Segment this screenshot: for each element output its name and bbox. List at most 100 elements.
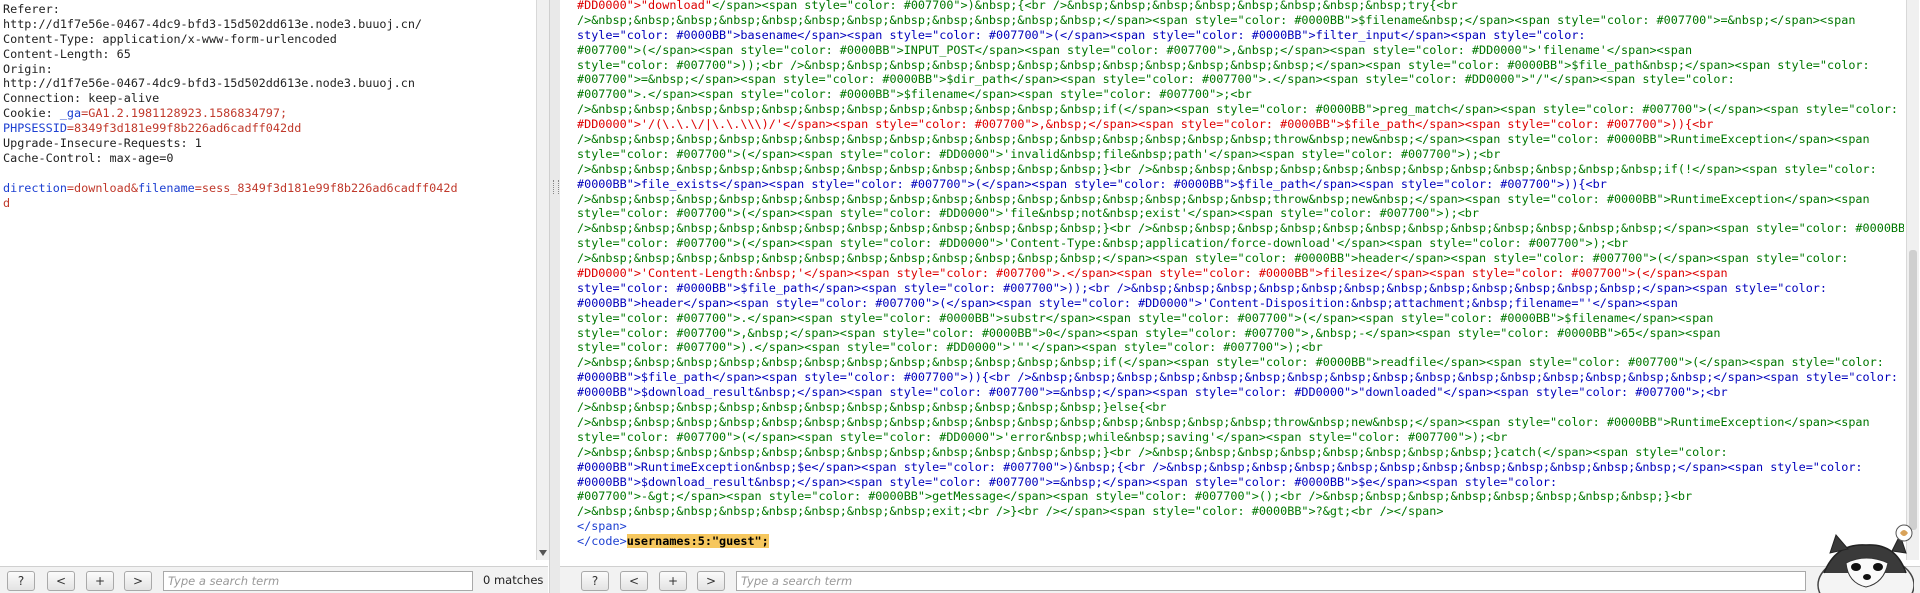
splitter-grip-icon[interactable] (553, 180, 559, 194)
response-token: style="color: #0000BB">$file_path</span>… (577, 280, 1828, 295)
response-viewer-pane[interactable]: #DD0000">"download"</span><span style="c… (560, 0, 1920, 593)
response-token: #0000BB">file_exists</span><span style="… (577, 176, 1607, 191)
response-line: style="color: #007700">).</span><span st… (577, 340, 1904, 355)
request-editor-pane[interactable]: Referer: http://d1f7e56e-0467-4dc9-bfd3-1… (0, 0, 536, 593)
request-line: Connection: keep-alive (3, 91, 522, 106)
next-match-button[interactable]: > (697, 571, 725, 591)
request-token: Connection: keep-alive (3, 91, 160, 106)
request-token: _ga (59, 106, 82, 121)
response-token: </span> (577, 519, 627, 534)
request-search-bar: ? < + > Type a search term 0 matches (0, 566, 548, 593)
response-token: #DD0000">'Content-Length:&nbsp;'</span><… (577, 266, 1728, 281)
scroll-down-arrow-icon[interactable] (539, 550, 547, 556)
response-token: #007700">=&nbsp;</span><span style="colo… (577, 72, 1735, 87)
response-line: />&nbsp;&nbsp;&nbsp;&nbsp;&nbsp;&nbsp;&n… (577, 251, 1904, 266)
response-token: </span><span style="color: #007700">)&nb… (711, 0, 1458, 12)
request-token: Upgrade-Insecure-Requests: 1 (3, 136, 202, 151)
add-search-button[interactable]: + (86, 571, 114, 591)
response-token: #0000BB">$download_result&nbsp;</span><s… (577, 474, 1558, 489)
response-line: style="color: #007700">(</span><span sty… (577, 236, 1904, 251)
prev-match-button[interactable]: < (47, 571, 75, 591)
help-button[interactable]: ? (581, 571, 609, 591)
response-token: style="color: #007700">(</span><span sty… (577, 206, 1479, 221)
request-token: Content-Length: 65 (3, 46, 131, 61)
response-line: />&nbsp;&nbsp;&nbsp;&nbsp;&nbsp;&nbsp;&n… (577, 13, 1904, 28)
response-line: style="color: #007700">(</span><span sty… (577, 147, 1904, 162)
response-line: style="color: #007700">(</span><span sty… (577, 206, 1904, 221)
response-token: style="color: #007700">.</span><span sty… (577, 310, 1714, 325)
response-line: #0000BB">$download_result&nbsp;</span><s… (577, 385, 1904, 400)
response-token: #0000BB">RuntimeException&nbsp;$e</span>… (577, 459, 1863, 474)
response-token: style="color: #007700">(</span><span sty… (577, 146, 1501, 161)
request-line: Content-Length: 65 (3, 47, 522, 62)
request-line: http://d1f7e56e-0467-4dc9-bfd3-15d502dd6… (3, 76, 522, 91)
request-token: =8349f3d181e99f8b226ad6cadff042dd (66, 121, 302, 136)
response-token: style="color: #0000BB">basename</span><s… (577, 27, 1586, 42)
response-line: />&nbsp;&nbsp;&nbsp;&nbsp;&nbsp;&nbsp;&n… (577, 355, 1904, 370)
request-token: =GA1.2.1981128923.1586834797; (81, 106, 288, 121)
response-text[interactable]: #DD0000">"download"</span><span style="c… (577, 0, 1904, 549)
response-line: />&nbsp;&nbsp;&nbsp;&nbsp;&nbsp;&nbsp;&n… (577, 445, 1904, 460)
search-highlight: usernames:5:"guest"; (626, 534, 769, 549)
response-line: style="color: #0000BB">basename</span><s… (577, 28, 1904, 43)
response-line: />&nbsp;&nbsp;&nbsp;&nbsp;&nbsp;&nbsp;&n… (577, 415, 1904, 430)
request-token: Cookie: (3, 106, 60, 121)
request-token: http://d1f7e56e-0467-4dc9-bfd3-15d502dd6… (3, 76, 415, 91)
response-line: />&nbsp;&nbsp;&nbsp;&nbsp;&nbsp;&nbsp;&n… (577, 400, 1904, 415)
response-line: />&nbsp;&nbsp;&nbsp;&nbsp;&nbsp;&nbsp;&n… (577, 102, 1904, 117)
request-line: Cookie: _ga=GA1.2.1981128923.1586834797; (3, 106, 522, 121)
search-input[interactable]: Type a search term (736, 571, 1806, 591)
response-line: style="color: #007700">,&nbsp;</span><sp… (577, 326, 1904, 341)
request-token: d (3, 195, 11, 210)
response-token: "download" (640, 0, 712, 12)
response-line: #0000BB">file_exists</span><span style="… (577, 177, 1904, 192)
response-line: />&nbsp;&nbsp;&nbsp;&nbsp;&nbsp;&nbsp;&n… (577, 132, 1904, 147)
response-token: />&nbsp;&nbsp;&nbsp;&nbsp;&nbsp;&nbsp;&n… (577, 251, 1849, 266)
response-line: #007700">=&nbsp;</span><span style="colo… (577, 72, 1904, 87)
response-token: />&nbsp;&nbsp;&nbsp;&nbsp;&nbsp;&nbsp;&n… (577, 102, 1899, 117)
request-line: http://d1f7e56e-0467-4dc9-bfd3-15d502dd6… (3, 17, 522, 32)
add-search-button[interactable]: + (659, 571, 687, 591)
response-token: style="color: #007700">(</span><span sty… (577, 429, 1508, 444)
response-line: </code>usernames:5:"guest"; (577, 534, 1904, 549)
response-line: style="color: #0000BB">$file_path</span>… (577, 281, 1904, 296)
request-token: PHPSESSID (3, 121, 67, 136)
response-token: #0000BB">header</span><span style="color… (577, 295, 1678, 310)
prev-match-button[interactable]: < (620, 571, 648, 591)
response-token: #007700">-&gt;</span><span style="color:… (577, 489, 1693, 504)
response-token: />&nbsp;&nbsp;&nbsp;&nbsp;&nbsp;&nbsp;&n… (577, 132, 1870, 147)
help-button[interactable]: ? (7, 571, 35, 591)
response-token: />&nbsp;&nbsp;&nbsp;&nbsp;&nbsp;&nbsp;&n… (577, 444, 1728, 459)
response-token: #DD0000"> (577, 0, 641, 12)
request-line: direction=download&filename=sess_8349f3d… (3, 181, 522, 196)
response-token: #007700">.</span><span style="color: #00… (577, 87, 1252, 102)
request-line: Upgrade-Insecure-Requests: 1 (3, 136, 522, 151)
response-line: />&nbsp;&nbsp;&nbsp;&nbsp;&nbsp;&nbsp;&n… (577, 221, 1904, 236)
scroll-thumb[interactable] (1909, 250, 1917, 530)
response-line: />&nbsp;&nbsp;&nbsp;&nbsp;&nbsp;&nbsp;&n… (577, 162, 1904, 177)
response-line: #0000BB">header</span><span style="color… (577, 296, 1904, 311)
request-scrollbar[interactable] (536, 0, 549, 560)
response-line: #0000BB">$file_path</span><span style="c… (577, 370, 1904, 385)
response-token: />&nbsp;&nbsp;&nbsp;&nbsp;&nbsp;&nbsp;&n… (577, 355, 1884, 370)
response-line: </span> (577, 519, 1904, 534)
response-token: style="color: #007700">).</span><span st… (577, 340, 1323, 355)
request-text[interactable]: Referer: http://d1f7e56e-0467-4dc9-bfd3-1… (3, 2, 522, 210)
request-line (3, 166, 522, 181)
response-token: />&nbsp;&nbsp;&nbsp;&nbsp;&nbsp;&nbsp;&n… (577, 161, 1877, 176)
response-scrollbar[interactable] (1906, 0, 1919, 560)
response-token: />&nbsp;&nbsp;&nbsp;&nbsp;&nbsp;&nbsp;&n… (577, 414, 1870, 429)
response-token: style="color: #007700">));<br />&nbsp;&n… (577, 57, 1870, 72)
request-token: http://d1f7e56e-0467-4dc9-bfd3-15d502dd6… (3, 16, 423, 31)
response-line: />&nbsp;&nbsp;&nbsp;&nbsp;&nbsp;&nbsp;&n… (577, 192, 1904, 207)
response-line: #0000BB">$download_result&nbsp;</span><s… (577, 475, 1904, 490)
response-token: />&nbsp;&nbsp;&nbsp;&nbsp;&nbsp;&nbsp;&n… (577, 400, 1167, 415)
response-search-bar: ? < + > Type a search term matc (560, 566, 1920, 593)
response-token: #DD0000">'/(\.\.\/|\.\.\\\)/'</span><spa… (577, 117, 1714, 132)
next-match-button[interactable]: > (124, 571, 152, 591)
search-input[interactable]: Type a search term (163, 571, 473, 591)
request-token: Referer: (3, 2, 60, 16)
request-line: d (3, 196, 522, 211)
request-line: Origin: (3, 62, 522, 77)
response-line: #DD0000">'Content-Length:&nbsp;'</span><… (577, 266, 1904, 281)
